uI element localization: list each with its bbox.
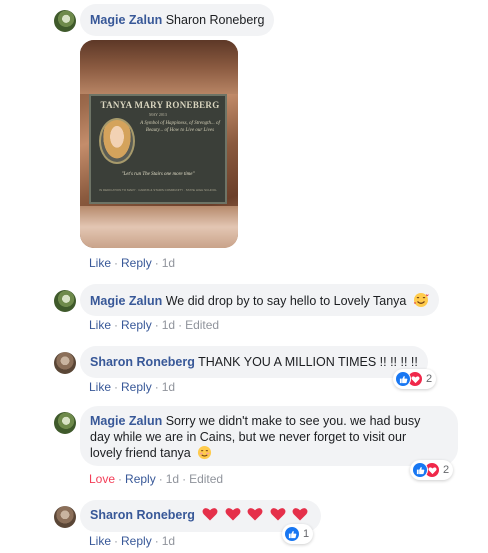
reaction-count: 2: [426, 373, 433, 385]
reaction-summary[interactable]: 2: [393, 369, 437, 389]
timestamp[interactable]: 1d: [162, 256, 175, 270]
comment-author[interactable]: Sharon Roneberg: [90, 508, 195, 522]
like-link[interactable]: Like: [89, 380, 111, 394]
red-heart-icon: [292, 507, 308, 525]
comment-author[interactable]: Magie Zalun: [90, 294, 162, 308]
red-heart-icon: [247, 507, 263, 525]
timestamp[interactable]: 1d: [162, 318, 175, 332]
comment-actions: Love · Reply · 1d · Edited: [89, 472, 224, 486]
plaque-title: TANYA MARY RONEBERG: [100, 100, 220, 110]
edited-label[interactable]: Edited: [189, 472, 223, 486]
reaction-summary[interactable]: 2: [410, 460, 454, 480]
love-link[interactable]: Love: [89, 472, 115, 486]
comment-text-line: Sorry we didn't make to see you. we had …: [165, 414, 421, 428]
rock-background: [80, 40, 238, 94]
plaque-footer: IN DEDICATION TO MARY · CAIRNS & STAIRS …: [99, 188, 217, 192]
plaque-date: MAY 2013: [149, 112, 167, 117]
comment-author[interactable]: Sharon Roneberg: [90, 355, 195, 369]
reaction-count: 1: [303, 528, 310, 540]
comment-actions: Like · Reply · 1d · Edited: [89, 318, 220, 332]
timestamp[interactable]: 1d: [162, 534, 175, 548]
comment-actions: Like · Reply · 1d: [89, 256, 176, 270]
comment-text: We did drop by to say hello to Lovely Ta…: [165, 294, 407, 308]
like-reaction-icon: [412, 462, 428, 478]
portrait-image: [99, 118, 135, 164]
avatar[interactable]: [54, 290, 76, 312]
comment-text[interactable]: Sharon Roneberg: [166, 13, 265, 27]
plaque-quote: "Let's run The Stairs one more time": [121, 172, 195, 177]
reaction-summary[interactable]: 1: [282, 524, 314, 544]
like-link[interactable]: Like: [89, 534, 111, 548]
rock-background: [80, 206, 238, 248]
timestamp[interactable]: 1d: [162, 380, 175, 394]
comment-text-line: lovely friend tanya: [90, 446, 191, 460]
comment-photo[interactable]: TANYA MARY RONEBERG MAY 2013 A Symbol of…: [80, 40, 238, 248]
reply-link[interactable]: Reply: [121, 256, 152, 270]
comment-bubble: Magie Zalun We did drop by to say hello …: [80, 284, 439, 316]
comment-author[interactable]: Magie Zalun: [90, 13, 162, 27]
smiling-face-icon: [197, 445, 212, 464]
like-reaction-icon: [395, 371, 411, 387]
red-heart-icon: [270, 507, 286, 525]
red-heart-icon: [202, 507, 218, 525]
avatar[interactable]: [54, 412, 76, 434]
plaque-verse: A Symbol of Happiness, of Strength... of…: [140, 121, 220, 133]
reply-link[interactable]: Reply: [125, 472, 156, 486]
comment-bubble: Magie Zalun Sharon Roneberg: [80, 4, 275, 36]
avatar[interactable]: [54, 506, 76, 528]
comment-bubble: Sharon Roneberg THANK YOU A MILLION TIME…: [80, 346, 428, 378]
reply-link[interactable]: Reply: [121, 534, 152, 548]
comment-text: THANK YOU A MILLION TIMES !! !! !! !!: [198, 355, 418, 369]
comment-text-line: day while we are in Cains, but we never …: [90, 430, 407, 444]
like-reaction-icon: [284, 526, 300, 542]
comment-author[interactable]: Magie Zalun: [90, 414, 162, 428]
hearts-group: [202, 507, 311, 525]
avatar[interactable]: [54, 352, 76, 374]
edited-label[interactable]: Edited: [185, 318, 219, 332]
avatar[interactable]: [54, 10, 76, 32]
reply-link[interactable]: Reply: [121, 380, 152, 394]
reply-link[interactable]: Reply: [121, 318, 152, 332]
red-heart-icon: [225, 507, 241, 525]
like-link[interactable]: Like: [89, 256, 111, 270]
memorial-plaque: TANYA MARY RONEBERG MAY 2013 A Symbol of…: [89, 94, 227, 204]
comment-actions: Like · Reply · 1d: [89, 534, 176, 548]
comment-actions: Like · Reply · 1d: [89, 380, 176, 394]
reaction-count: 2: [443, 464, 450, 476]
timestamp[interactable]: 1d: [166, 472, 179, 486]
smiling-face-with-hearts-icon: [413, 292, 429, 312]
comment-bubble: Magie Zalun Sorry we didn't make to see …: [80, 406, 458, 466]
like-link[interactable]: Like: [89, 318, 111, 332]
